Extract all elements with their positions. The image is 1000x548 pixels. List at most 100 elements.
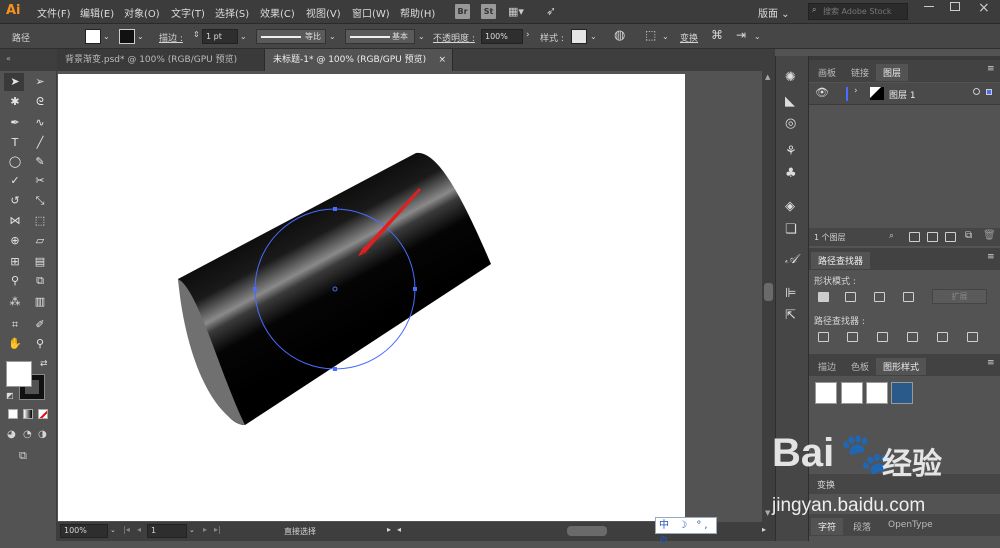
tab-links[interactable]: 链接 xyxy=(844,64,876,81)
align-dropdown-icon[interactable]: ⌄ xyxy=(662,32,669,41)
stroke-label[interactable]: 描边 : xyxy=(159,31,183,44)
minus-front-icon[interactable] xyxy=(845,292,856,302)
tab-untitled-1[interactable]: 未标题-1* @ 100% (RGB/GPU 预览) × xyxy=(265,49,453,71)
selection-tool-icon[interactable]: ➤ xyxy=(8,75,22,89)
scissors-tool-icon[interactable]: ✂ xyxy=(33,174,47,188)
close-icon[interactable]: × xyxy=(978,0,990,16)
mesh-tool-icon[interactable]: ⊞ xyxy=(8,255,22,269)
artboard-number-field[interactable]: 1 xyxy=(147,524,187,538)
export-icon[interactable]: ⇱ xyxy=(785,308,796,323)
intersect-icon[interactable] xyxy=(874,292,885,302)
gradient-mode-icon[interactable] xyxy=(23,409,33,419)
transform-link[interactable]: 变换 xyxy=(680,31,698,44)
menu-file[interactable]: 文件(F) xyxy=(37,5,71,20)
slice-tool-icon[interactable]: ✐ xyxy=(33,318,47,332)
gradient-panel-icon[interactable]: ◣ xyxy=(785,94,795,109)
stock-button[interactable]: St xyxy=(481,4,496,19)
width-tool-icon[interactable]: ⋈ xyxy=(8,214,22,228)
paintbrush-tool-icon[interactable]: ✎ xyxy=(33,155,47,169)
style-swatch-4[interactable] xyxy=(891,382,913,404)
minimize-icon[interactable] xyxy=(924,6,934,7)
ellipse-tool-icon[interactable]: ◯ xyxy=(8,155,22,169)
anchor-point-top[interactable] xyxy=(333,207,337,211)
next-artboard-icon[interactable]: ▸ xyxy=(203,525,207,534)
shape-builder-tool-icon[interactable]: ⊕ xyxy=(8,234,22,248)
symbol-sprayer-tool-icon[interactable]: ⁂ xyxy=(8,295,22,309)
perspective-grid-tool-icon[interactable]: ▱ xyxy=(33,234,47,248)
menu-view[interactable]: 视图(V) xyxy=(306,5,341,20)
menu-window[interactable]: 窗口(W) xyxy=(352,5,390,20)
opacity-field[interactable]: 100% xyxy=(481,29,523,44)
layer-name[interactable]: 图层 1 xyxy=(889,88,916,101)
style-dropdown-icon[interactable]: ⌄ xyxy=(590,32,597,41)
new-layer-icon[interactable] xyxy=(945,232,956,242)
align-panel-icon[interactable]: ⊫ xyxy=(785,286,796,301)
fill-color-box[interactable] xyxy=(6,361,32,387)
bridge-button[interactable]: Br xyxy=(455,4,470,19)
tab-paragraph[interactable]: 段落 xyxy=(846,518,878,535)
crop-icon[interactable] xyxy=(907,332,918,342)
fill-swatch[interactable] xyxy=(85,29,101,44)
expand-layer-icon[interactable]: › xyxy=(854,86,858,96)
horizontal-scroll-thumb[interactable] xyxy=(567,526,607,536)
stroke-swatch[interactable] xyxy=(119,29,135,44)
eyedropper-tool-icon[interactable]: ⚲ xyxy=(8,274,22,288)
curvature-tool-icon[interactable]: ∿ xyxy=(33,116,47,130)
stroke-stepper-icon[interactable]: ⇕ xyxy=(193,30,200,39)
scroll-down-icon[interactable]: ▼ xyxy=(765,509,770,517)
pathfinder-menu-icon[interactable]: ≡ xyxy=(987,252,995,262)
brush-dropdown-icon[interactable]: ⌄ xyxy=(418,32,425,41)
styles-menu-icon[interactable]: ≡ xyxy=(987,358,995,368)
stroke-dropdown-icon[interactable]: ⌄ xyxy=(137,32,144,41)
align-icon[interactable]: ⬚ xyxy=(645,28,656,42)
transform-panel-label[interactable]: 变换 xyxy=(817,478,835,491)
shaper-tool-icon[interactable]: ✓ xyxy=(8,174,22,188)
first-artboard-icon[interactable]: |◂ xyxy=(123,525,130,534)
style-default-swatch[interactable] xyxy=(815,382,837,404)
menu-object[interactable]: 对象(O) xyxy=(124,5,160,20)
new-layer-button-icon[interactable]: ⧉ xyxy=(965,230,972,241)
style-swatch-2[interactable] xyxy=(841,382,863,404)
toolbar-collapse-icon[interactable]: « xyxy=(6,54,11,63)
lasso-tool-icon[interactable]: ᘓ xyxy=(33,95,47,109)
gpu-performance-icon[interactable]: ➶ xyxy=(546,4,556,18)
line-tool-icon[interactable]: ╱ xyxy=(33,136,47,150)
trim-icon[interactable] xyxy=(847,332,858,342)
target-icon[interactable] xyxy=(973,88,980,95)
status-menu-icon[interactable]: ▸ xyxy=(387,525,391,534)
scroll-up-icon[interactable]: ▲ xyxy=(765,73,770,81)
rotate-tool-icon[interactable]: ↺ xyxy=(8,194,22,208)
tab-swatches[interactable]: 色板 xyxy=(844,358,876,375)
graphic-style-swatch[interactable] xyxy=(571,29,587,44)
type-tool-icon[interactable]: T xyxy=(8,136,22,150)
last-artboard-icon[interactable]: ▸| xyxy=(214,525,221,534)
maximize-icon[interactable] xyxy=(950,2,960,11)
vertical-scrollbar[interactable]: ▲ ▼ xyxy=(762,71,775,522)
anchor-point-right[interactable] xyxy=(413,287,417,291)
anchor-point-bottom[interactable] xyxy=(333,367,337,371)
appearance-icon[interactable]: ◈ xyxy=(785,199,795,214)
menu-help[interactable]: 帮助(H) xyxy=(400,5,435,20)
delete-layer-icon[interactable]: 🗑 xyxy=(983,230,996,241)
stroke-weight-dropdown-icon[interactable]: ⌄ xyxy=(240,32,247,41)
artboard-tool-icon[interactable]: ⌗ xyxy=(8,318,22,332)
zoom-tool-icon[interactable]: ⚲ xyxy=(33,337,47,351)
opacity-label[interactable]: 不透明度 : xyxy=(433,31,475,44)
visibility-eye-icon[interactable]: 👁 xyxy=(815,86,829,99)
opacity-arrow-icon[interactable]: › xyxy=(526,30,530,40)
unite-icon[interactable] xyxy=(818,292,829,302)
clipping-mask-icon[interactable] xyxy=(909,232,920,242)
hand-tool-icon[interactable]: ✋ xyxy=(8,337,22,351)
panel-menu-icon[interactable]: ⇥ xyxy=(736,28,746,42)
outline-icon[interactable] xyxy=(937,332,948,342)
draw-behind-icon[interactable]: ◔ xyxy=(23,429,32,440)
transparency-icon[interactable]: ◎ xyxy=(785,116,796,131)
menu-effect[interactable]: 效果(C) xyxy=(260,5,295,20)
merge-icon[interactable] xyxy=(877,332,888,342)
symbols-icon[interactable]: ♣ xyxy=(785,166,797,181)
zoom-dropdown-icon[interactable]: ⌄ xyxy=(110,526,116,534)
fill-dropdown-icon[interactable]: ⌄ xyxy=(103,32,110,41)
magic-wand-tool-icon[interactable]: ✱ xyxy=(8,95,22,109)
screen-mode-icon[interactable]: ⧉ xyxy=(19,449,27,463)
exclude-icon[interactable] xyxy=(903,292,914,302)
